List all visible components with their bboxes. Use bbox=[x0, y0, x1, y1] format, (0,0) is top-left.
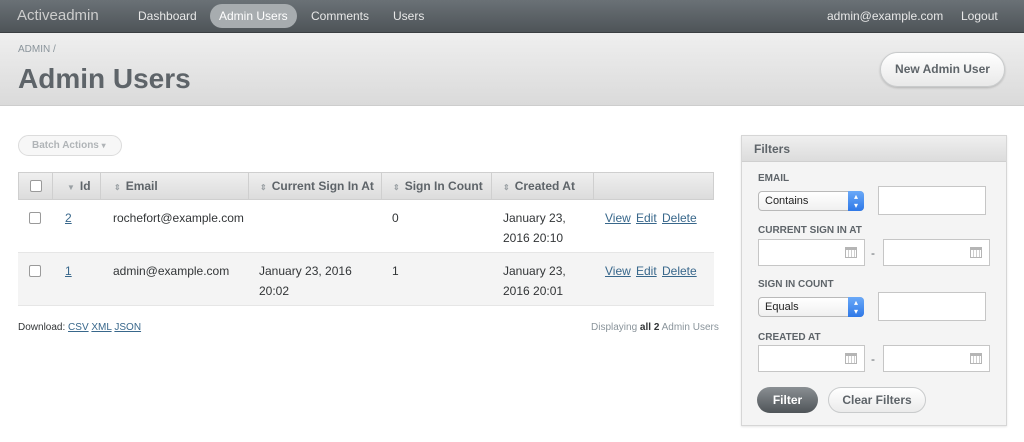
row-created-at: January 23, 2016 20:01 bbox=[503, 261, 566, 301]
sort-icon: ⇕ bbox=[114, 183, 121, 192]
filters-title: Filters bbox=[742, 136, 1006, 162]
clear-filters-button[interactable]: Clear Filters bbox=[828, 387, 926, 413]
delete-link[interactable]: Delete bbox=[662, 208, 697, 228]
nav-dashboard[interactable]: Dashboard bbox=[129, 4, 206, 28]
sort-desc-icon: ▼ bbox=[67, 183, 75, 192]
column-sign-in-count-label: Sign In Count bbox=[404, 179, 483, 193]
batch-actions-label: Batch Actions bbox=[32, 140, 99, 151]
page-title: Admin Users bbox=[18, 63, 191, 94]
edit-link[interactable]: Edit bbox=[636, 261, 657, 281]
row-current-sign-in: January 23, 2016 20:02 bbox=[259, 261, 352, 301]
row-sign-in-count: 0 bbox=[392, 211, 399, 225]
range-separator: - bbox=[871, 352, 875, 366]
created-at-to-input[interactable] bbox=[883, 345, 990, 372]
logout-link[interactable]: Logout bbox=[961, 4, 998, 28]
row-current-sign-in-line2: 20:02 bbox=[259, 284, 290, 298]
filter-created-at-label: CREATED AT bbox=[758, 332, 821, 343]
column-current-sign-in-at[interactable]: ⇕ Current Sign In At bbox=[249, 173, 382, 199]
filter-email-label: EMAIL bbox=[758, 173, 790, 184]
sort-icon: ⇕ bbox=[503, 183, 510, 192]
current-user-email[interactable]: admin@example.com bbox=[827, 4, 943, 28]
current-sign-in-from-input[interactable] bbox=[758, 239, 865, 266]
column-current-sign-in-label: Current Sign In At bbox=[271, 179, 374, 193]
column-created-at-label: Created At bbox=[514, 179, 575, 193]
pagination-count: all 2 bbox=[639, 322, 660, 333]
table-row: 2 rochefort@example.com 0 January 23, 20… bbox=[18, 200, 714, 253]
current-sign-in-to-input[interactable] bbox=[883, 239, 990, 266]
nav-users[interactable]: Users bbox=[384, 4, 433, 28]
download-json-link[interactable]: JSON bbox=[114, 322, 141, 333]
row-created-at-line1: January 23, bbox=[503, 264, 566, 278]
email-filter-input[interactable] bbox=[878, 186, 986, 215]
row-checkbox[interactable] bbox=[29, 265, 41, 277]
select-all-checkbox[interactable] bbox=[30, 180, 42, 192]
download-csv-link[interactable]: CSV bbox=[68, 322, 89, 333]
select-arrows-icon: ▴ ▾ bbox=[848, 191, 864, 211]
select-arrows-icon: ▴ ▾ bbox=[848, 297, 864, 317]
sign-in-count-predicate-value: Equals bbox=[765, 301, 799, 313]
row-created-at-line1: January 23, bbox=[503, 211, 566, 225]
calendar-icon bbox=[845, 247, 857, 258]
view-link[interactable]: View bbox=[605, 261, 631, 281]
email-predicate-value: Contains bbox=[765, 195, 809, 207]
new-admin-user-button[interactable]: New Admin User bbox=[880, 52, 1005, 87]
column-id-label: Id bbox=[79, 179, 91, 193]
row-email: rochefort@example.com bbox=[113, 211, 244, 225]
table-header: ▼ Id ⇕ Email ⇕ Current Sign In At ⇕ Sign In … bbox=[18, 172, 714, 200]
pagination-prefix: Displaying bbox=[591, 322, 638, 333]
sort-icon: ⇕ bbox=[260, 183, 267, 192]
calendar-icon bbox=[970, 247, 982, 258]
breadcrumb: ADMIN / bbox=[18, 44, 56, 55]
row-created-at: January 23, 2016 20:10 bbox=[503, 208, 566, 248]
row-created-at-line2: 2016 20:10 bbox=[503, 231, 564, 245]
row-id-link[interactable]: 2 bbox=[65, 208, 72, 228]
download-label: Download: bbox=[18, 322, 66, 333]
download-xml-link[interactable]: XML bbox=[91, 322, 111, 333]
chevron-down-icon: ▾ bbox=[101, 141, 106, 150]
top-navigation: Activeadmin Dashboard Admin Users Commen… bbox=[0, 0, 1024, 33]
row-checkbox[interactable] bbox=[29, 212, 41, 224]
table-row: 1 admin@example.com January 23, 2016 20:… bbox=[18, 253, 714, 306]
column-email-label: Email bbox=[125, 179, 158, 193]
breadcrumb-separator: / bbox=[53, 44, 56, 55]
pagination-suffix: Admin Users bbox=[661, 322, 719, 333]
row-sign-in-count: 1 bbox=[392, 264, 399, 278]
filter-sign-in-count-label: SIGN IN COUNT bbox=[758, 279, 834, 290]
column-created-at[interactable]: ⇕ Created At bbox=[492, 173, 594, 199]
created-at-from-input[interactable] bbox=[758, 345, 865, 372]
column-email[interactable]: ⇕ Email bbox=[101, 173, 249, 199]
select-all-column bbox=[19, 173, 53, 199]
title-bar: ADMIN / Admin Users New Admin User bbox=[0, 33, 1024, 106]
row-id-link[interactable]: 1 bbox=[65, 261, 72, 281]
breadcrumb-admin[interactable]: ADMIN bbox=[18, 44, 50, 55]
admin-users-table: ▼ Id ⇕ Email ⇕ Current Sign In At ⇕ Sign In … bbox=[18, 172, 714, 306]
sign-in-count-predicate-select[interactable]: Equals ▴ ▾ bbox=[758, 297, 864, 317]
row-email: admin@example.com bbox=[113, 264, 230, 278]
filter-current-sign-in-label: CURRENT SIGN IN AT bbox=[758, 225, 862, 236]
sign-in-count-filter-input[interactable] bbox=[878, 292, 986, 321]
column-actions bbox=[594, 173, 713, 199]
calendar-icon bbox=[845, 353, 857, 364]
row-created-at-line2: 2016 20:01 bbox=[503, 284, 564, 298]
batch-actions-button[interactable]: Batch Actions ▾ bbox=[18, 135, 122, 156]
filters-panel: Filters EMAIL Contains ▴ ▾ CURRENT SIGN I… bbox=[741, 135, 1007, 426]
calendar-icon bbox=[970, 353, 982, 364]
delete-link[interactable]: Delete bbox=[662, 261, 697, 281]
row-current-sign-in-line1: January 23, 2016 bbox=[259, 264, 352, 278]
site-brand[interactable]: Activeadmin bbox=[17, 7, 99, 24]
edit-link[interactable]: Edit bbox=[636, 208, 657, 228]
view-link[interactable]: View bbox=[605, 208, 631, 228]
nav-admin-users[interactable]: Admin Users bbox=[210, 4, 297, 28]
range-separator: - bbox=[871, 246, 875, 260]
sort-icon: ⇕ bbox=[393, 183, 400, 192]
nav-comments[interactable]: Comments bbox=[302, 4, 378, 28]
email-predicate-select[interactable]: Contains ▴ ▾ bbox=[758, 191, 864, 211]
download-links: Download: CSV XML JSON bbox=[18, 322, 141, 333]
column-sign-in-count[interactable]: ⇕ Sign In Count bbox=[382, 173, 492, 199]
filter-button[interactable]: Filter bbox=[757, 387, 818, 413]
column-id[interactable]: ▼ Id bbox=[53, 173, 101, 199]
pagination-info: Displaying all 2 Admin Users bbox=[591, 322, 719, 333]
